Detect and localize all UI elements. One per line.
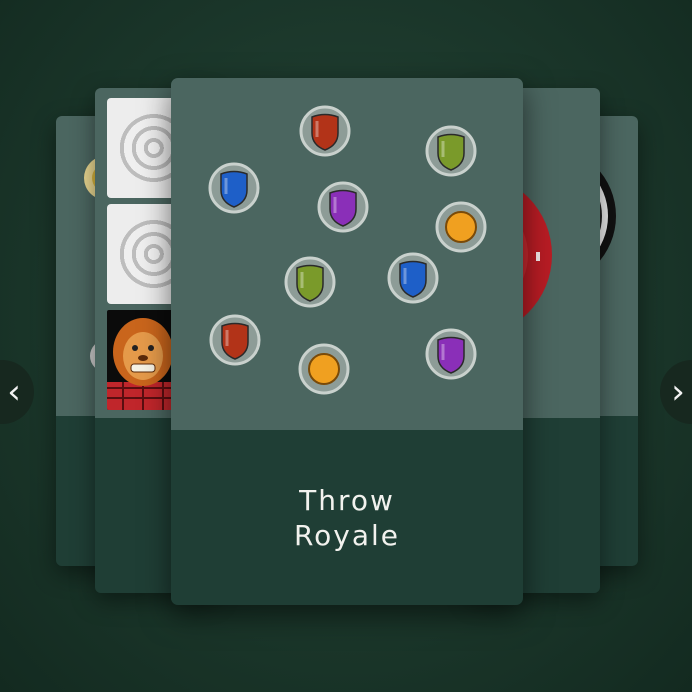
- shield-target-orange: [435, 201, 487, 253]
- shield-target-red: [209, 314, 261, 366]
- shield-targets-graphic: [208, 105, 487, 395]
- card-thumbnail: [171, 78, 523, 430]
- card-footer: Throw Royale: [171, 430, 523, 605]
- chevron-left-icon: ‹: [7, 372, 21, 412]
- shield-target-purple: [317, 181, 369, 233]
- shield-target-blue: [387, 252, 439, 304]
- shield-target-orange: [298, 343, 350, 395]
- game-title: Throw Royale: [293, 483, 401, 552]
- shield-target-red: [299, 105, 351, 157]
- game-card-featured[interactable]: Throw Royale: [171, 78, 523, 605]
- shield-target-green: [284, 256, 336, 308]
- shield-target-green: [425, 125, 477, 177]
- shield-target-blue: [208, 162, 260, 214]
- next-button[interactable]: ›: [660, 360, 692, 424]
- chevron-right-icon: ›: [671, 372, 685, 412]
- shield-target-purple: [425, 328, 477, 380]
- previous-button[interactable]: ‹: [0, 360, 34, 424]
